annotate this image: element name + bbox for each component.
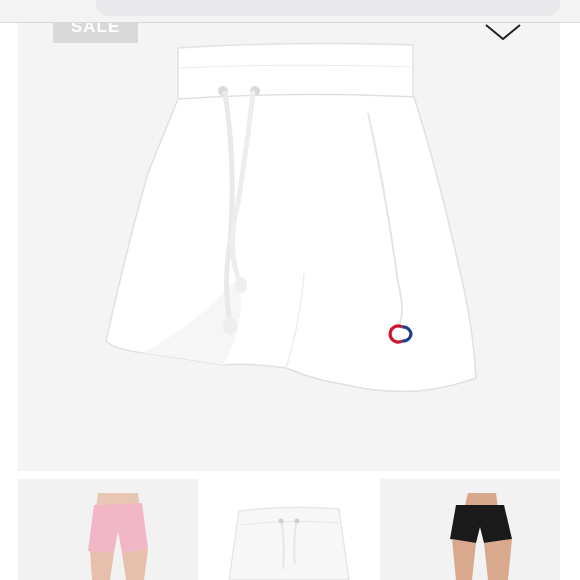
white-shorts-thumbnail[interactable]: [199, 479, 379, 580]
thumbnail-strip: [18, 479, 560, 580]
pink-shorts-thumbnail[interactable]: [18, 479, 198, 580]
white-shorts-thumbnail-image: [199, 479, 379, 580]
address-bar[interactable]: [96, 0, 560, 16]
pink-shorts-image: [18, 479, 198, 580]
black-shorts-thumbnail[interactable]: [380, 479, 560, 580]
chevron-down-icon[interactable]: [484, 23, 522, 43]
black-shorts-image: [380, 479, 560, 580]
white-shorts-image: [105, 42, 477, 393]
browser-top-bar: [0, 0, 580, 23]
main-product-image[interactable]: SALE: [18, 23, 560, 471]
sale-badge: SALE: [53, 23, 138, 43]
